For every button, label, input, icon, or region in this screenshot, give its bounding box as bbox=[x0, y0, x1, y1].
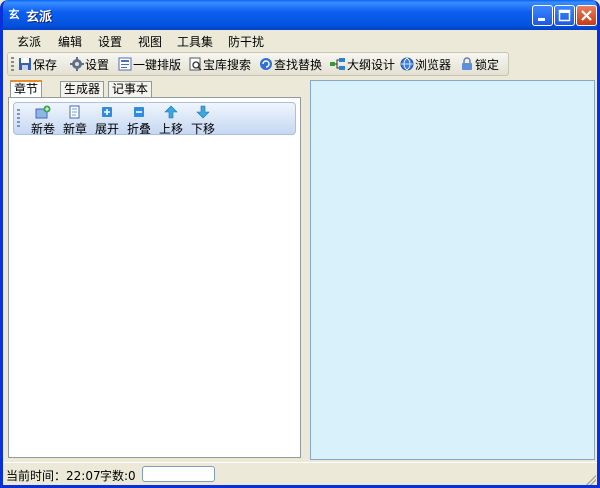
save-button[interactable]: 保存 bbox=[18, 55, 57, 73]
new-chapter-button[interactable]: 新章 bbox=[60, 105, 90, 136]
lock-button[interactable]: 锁定 bbox=[460, 55, 499, 73]
new-volume-button[interactable]: 新卷 bbox=[28, 105, 58, 136]
close-button[interactable] bbox=[576, 5, 597, 26]
move-down-label: 下移 bbox=[190, 122, 215, 136]
main-toolbar: 保存 设置 一键排版 宝库搜索 查找替换 大纲设计 浏览器 锁定 bbox=[7, 52, 509, 76]
collapse-button[interactable]: 折叠 bbox=[124, 105, 154, 136]
browser-button[interactable]: 浏览器 bbox=[400, 55, 451, 73]
chapter-toolbar: 新卷 新章 展开 折叠 上移 下移 bbox=[13, 102, 296, 136]
lock-label: 锁定 bbox=[475, 57, 500, 72]
resize-grip[interactable] bbox=[586, 475, 596, 485]
minimize-icon bbox=[538, 18, 545, 21]
new-volume-icon bbox=[35, 105, 51, 119]
globe-icon bbox=[400, 57, 414, 71]
library-icon bbox=[189, 57, 202, 71]
app-icon: 玄 bbox=[8, 8, 20, 21]
save-label: 保存 bbox=[33, 57, 58, 72]
move-up-button[interactable]: 上移 bbox=[156, 105, 186, 136]
menu-anti-distraction[interactable]: 防干扰 bbox=[228, 33, 264, 50]
one-click-layout-button[interactable]: 一键排版 bbox=[118, 55, 181, 73]
menu-xuanpai[interactable]: 玄派 bbox=[17, 33, 41, 50]
close-icon bbox=[581, 10, 592, 21]
arrow-up-icon bbox=[164, 105, 178, 119]
outline-icon bbox=[330, 58, 345, 70]
library-search-button[interactable]: 宝库搜索 bbox=[188, 55, 251, 73]
gear-icon bbox=[70, 57, 84, 71]
expand-icon bbox=[102, 107, 112, 117]
find-replace-icon bbox=[260, 58, 272, 70]
tab-generator[interactable]: 生成器 bbox=[60, 81, 105, 97]
menu-view[interactable]: 视图 bbox=[138, 33, 162, 50]
move-down-button[interactable]: 下移 bbox=[188, 105, 218, 136]
chapter-toolbar-grip[interactable] bbox=[17, 109, 20, 129]
settings-button[interactable]: 设置 bbox=[70, 55, 109, 73]
move-up-label: 上移 bbox=[158, 122, 183, 136]
minimize-button[interactable] bbox=[532, 5, 553, 26]
find-replace-label: 查找替换 bbox=[274, 57, 323, 72]
chapter-tree-panel[interactable]: 新卷 新章 展开 折叠 上移 下移 bbox=[8, 97, 301, 458]
status-field bbox=[142, 466, 215, 482]
menu-bar: 玄派 编辑 设置 视图 工具集 防干扰 bbox=[3, 30, 597, 50]
title-bar[interactable]: 玄 玄派 bbox=[3, 0, 597, 30]
new-chapter-label: 新章 bbox=[62, 122, 87, 136]
find-replace-button[interactable]: 查找替换 bbox=[259, 55, 322, 73]
collapse-label: 折叠 bbox=[126, 122, 151, 136]
app-window: 玄 玄派 玄派 编辑 设置 视图 工具集 防干扰 保存 设置 一键排版 宝库搜索… bbox=[0, 0, 600, 488]
lock-icon bbox=[462, 57, 472, 70]
expand-button[interactable]: 展开 bbox=[92, 105, 122, 136]
pane-splitter[interactable] bbox=[302, 80, 308, 460]
collapse-icon bbox=[134, 107, 144, 117]
library-search-label: 宝库搜索 bbox=[203, 57, 252, 72]
maximize-button[interactable] bbox=[554, 5, 575, 26]
tab-chapters[interactable]: 章节 bbox=[10, 80, 43, 98]
window-title: 玄派 bbox=[26, 10, 53, 25]
browser-label: 浏览器 bbox=[415, 57, 452, 72]
new-chapter-icon bbox=[69, 105, 80, 119]
menu-tools[interactable]: 工具集 bbox=[177, 33, 213, 50]
outline-design-label: 大纲设计 bbox=[347, 57, 396, 72]
status-current-time: 当前时间：22:07 bbox=[6, 469, 101, 483]
toolbar-grip[interactable] bbox=[11, 57, 14, 71]
settings-label: 设置 bbox=[85, 57, 110, 72]
tab-strip: 生成器 记事本 章节 bbox=[8, 80, 301, 98]
layout-icon bbox=[118, 57, 132, 71]
menu-edit[interactable]: 编辑 bbox=[58, 33, 82, 50]
new-volume-label: 新卷 bbox=[30, 122, 55, 136]
status-word-count: 字数:0 bbox=[100, 469, 136, 483]
arrow-down-icon bbox=[196, 105, 210, 119]
editor-area[interactable] bbox=[310, 80, 595, 460]
maximize-icon bbox=[558, 9, 571, 22]
tab-notepad[interactable]: 记事本 bbox=[108, 81, 153, 97]
menu-settings[interactable]: 设置 bbox=[98, 33, 122, 50]
save-icon bbox=[19, 58, 31, 70]
status-bar: 当前时间：22:07 字数:0 bbox=[3, 462, 597, 485]
expand-label: 展开 bbox=[94, 122, 119, 136]
left-pane: 生成器 记事本 章节 新卷 新章 展开 折叠 上移 下移 bbox=[8, 80, 301, 458]
one-click-layout-label: 一键排版 bbox=[133, 57, 182, 72]
outline-design-button[interactable]: 大纲设计 bbox=[330, 55, 395, 73]
